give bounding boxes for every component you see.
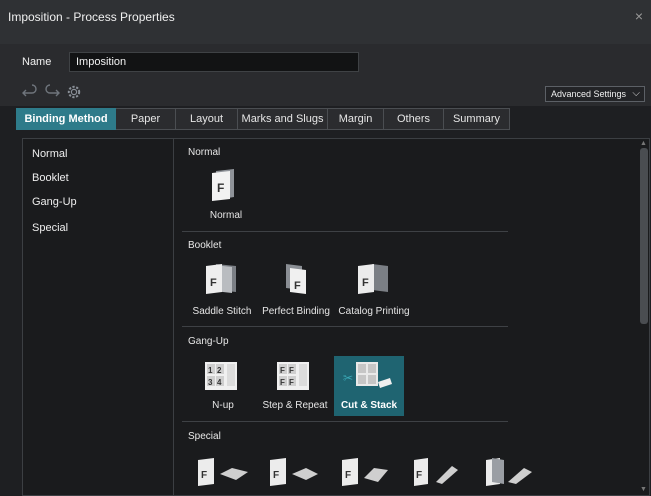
option-cut-and-stack[interactable]: ✂ Cut & Stack	[334, 356, 404, 416]
title-bar: Imposition - Process Properties ×	[0, 0, 651, 44]
svg-text:F: F	[362, 277, 369, 289]
svg-text:F: F	[201, 470, 207, 481]
divider	[182, 326, 508, 327]
tab-binding-method[interactable]: Binding Method	[16, 108, 116, 130]
binding-category-list: Normal Booklet Gang-Up Special	[22, 138, 174, 496]
tab-marks-and-slugs[interactable]: Marks and Slugs	[238, 108, 328, 130]
tab-layout[interactable]: Layout	[176, 108, 238, 130]
option-n-up[interactable]: 1 2 3 4 N-up	[190, 356, 256, 416]
scroll-up-icon[interactable]: ▲	[640, 140, 647, 147]
gear-icon[interactable]	[66, 84, 82, 100]
option-normal-label: Normal	[209, 210, 243, 221]
name-row: Name	[0, 44, 651, 80]
option-catalog-printing[interactable]: F Catalog Printing	[334, 258, 414, 320]
tab-margin[interactable]: Margin	[328, 108, 384, 130]
svg-text:F: F	[345, 470, 351, 481]
divider	[182, 421, 508, 422]
normal-page-icon: F	[212, 169, 234, 201]
toolbar: Advanced Settings ⌵	[0, 80, 651, 106]
cut-and-stack-icon: ✂	[343, 362, 392, 388]
list-item-special[interactable]: Special	[32, 222, 68, 234]
section-title-normal: Normal	[188, 147, 221, 158]
option-step-and-repeat[interactable]: F F F F Step & Repeat	[258, 356, 332, 416]
svg-text:F: F	[210, 277, 217, 289]
option-n-up-label: N-up	[212, 400, 234, 411]
svg-text:F: F	[294, 280, 301, 292]
tab-bar: Binding Method Paper Layout Marks and Sl…	[16, 108, 510, 130]
section-title-booklet: Booklet	[188, 240, 222, 251]
option-special-2[interactable]: F	[264, 452, 324, 496]
option-special-1[interactable]: F	[192, 452, 252, 496]
section-title-special: Special	[188, 431, 221, 442]
saddle-stitch-icon: F	[206, 264, 236, 294]
option-perfect-binding-label: Perfect Binding	[262, 306, 330, 317]
svg-text:4: 4	[217, 378, 222, 387]
undo-icon[interactable]	[22, 84, 38, 100]
step-and-repeat-icon: F F F F	[277, 362, 309, 390]
svg-text:1: 1	[208, 366, 213, 375]
chevron-down-icon: ⌵	[632, 88, 640, 99]
option-special-4[interactable]: F	[408, 452, 468, 496]
name-input[interactable]	[69, 52, 359, 72]
svg-text:F: F	[217, 181, 224, 195]
option-special-5[interactable]	[480, 452, 542, 496]
divider	[182, 231, 508, 232]
special-fold-icon: F	[270, 458, 318, 486]
option-cut-and-stack-label: Cut & Stack	[340, 400, 398, 411]
svg-text:F: F	[289, 378, 294, 387]
special-fold-icon: F	[342, 458, 388, 486]
special-fold-icon: F	[414, 458, 458, 486]
svg-text:F: F	[280, 378, 285, 387]
svg-text:3: 3	[208, 378, 213, 387]
option-perfect-binding[interactable]: F Perfect Binding	[260, 258, 332, 320]
close-icon[interactable]: ×	[635, 8, 643, 24]
tab-paper[interactable]: Paper	[116, 108, 176, 130]
tab-others[interactable]: Others	[384, 108, 444, 130]
option-saddle-stitch[interactable]: F Saddle Stitch	[186, 258, 258, 320]
svg-text:2: 2	[217, 366, 222, 375]
scrollbar-thumb[interactable]	[640, 148, 648, 324]
option-saddle-stitch-label: Saddle Stitch	[192, 306, 252, 317]
special-fold-icon	[486, 458, 532, 486]
scroll-down-icon[interactable]: ▼	[640, 486, 647, 493]
advanced-settings-label: Advanced Settings	[550, 89, 626, 99]
section-title-gang-up: Gang-Up	[188, 336, 229, 347]
svg-text:F: F	[273, 470, 279, 481]
svg-text:F: F	[280, 366, 285, 375]
list-item-booklet[interactable]: Booklet	[32, 172, 69, 184]
tab-summary[interactable]: Summary	[444, 108, 510, 130]
svg-text:F: F	[289, 366, 294, 375]
name-label: Name	[22, 56, 52, 68]
advanced-settings-dropdown[interactable]: Advanced Settings ⌵	[544, 86, 645, 102]
option-catalog-printing-label: Catalog Printing	[338, 306, 410, 317]
list-item-gang-up[interactable]: Gang-Up	[32, 196, 77, 208]
special-fold-icon: F	[198, 458, 248, 486]
svg-text:F: F	[416, 470, 422, 481]
option-step-and-repeat-label: Step & Repeat	[262, 400, 328, 411]
redo-icon[interactable]	[44, 84, 60, 100]
list-item-normal[interactable]: Normal	[32, 148, 67, 160]
option-special-3[interactable]: F	[336, 452, 396, 496]
window-title: Imposition - Process Properties	[8, 10, 175, 24]
svg-text:✂: ✂	[343, 371, 353, 385]
n-up-icon: 1 2 3 4	[205, 362, 237, 390]
catalog-printing-icon: F	[358, 264, 388, 294]
option-normal[interactable]: F Normal	[190, 164, 262, 226]
perfect-binding-icon: F	[286, 264, 306, 294]
